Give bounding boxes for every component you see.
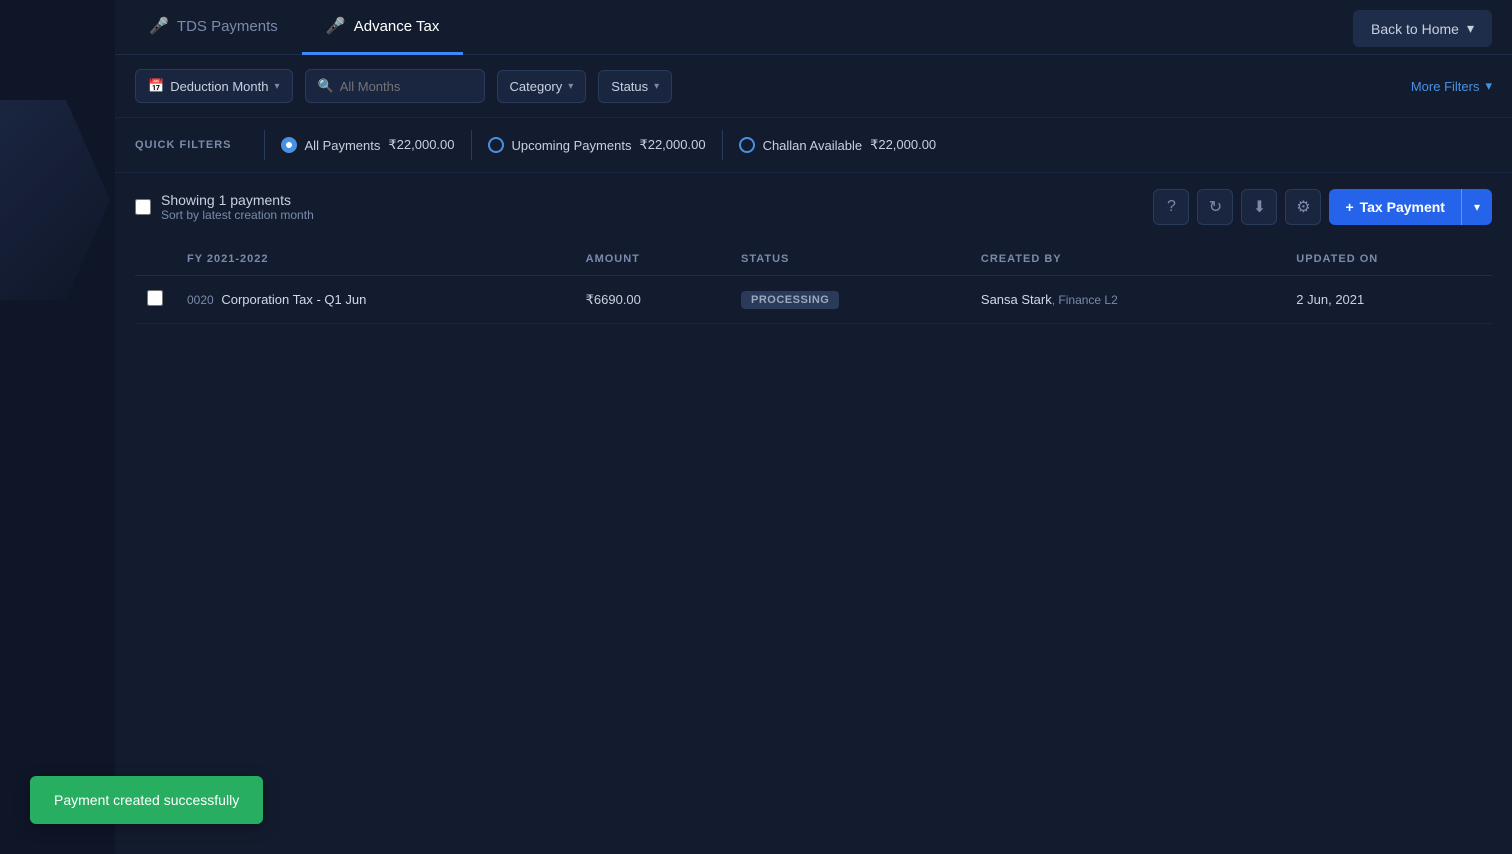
toolbar-right: ? ↻ ⬇ ⚙ + Tax Payment [1153, 189, 1492, 225]
qf-upcoming-payments-radio [488, 137, 504, 153]
qf-upcoming-payments[interactable]: Upcoming Payments ₹22,000.00 [488, 137, 706, 153]
chevron-down-icon: ▾ [1474, 200, 1480, 214]
row-name: Corporation Tax - Q1 Jun [221, 292, 366, 307]
settings-button[interactable]: ⚙ [1285, 189, 1321, 225]
created-by-role: , Finance L2 [1052, 293, 1118, 307]
qf-challan-radio [739, 137, 755, 153]
table-header-row: Showing 1 payments Sort by latest creati… [135, 173, 1492, 233]
months-search-wrap: 🔍 [305, 69, 485, 103]
row-status: PROCESSING [729, 276, 969, 324]
tax-payment-btn-caret[interactable]: ▾ [1462, 189, 1492, 225]
tab-advance-tax[interactable]: 🎤 Advance Tax [302, 0, 464, 55]
deduction-month-label: Deduction Month [170, 79, 268, 94]
category-label: Category [510, 79, 563, 94]
months-search-input[interactable] [340, 79, 460, 94]
chevron-down-icon: ▾ [1467, 20, 1474, 37]
download-button[interactable]: ⬇ [1241, 189, 1277, 225]
bg-shape-left [0, 100, 110, 300]
advance-tax-tab-icon: 🎤 [326, 16, 346, 36]
th-fy: FY 2021-2022 [175, 243, 574, 276]
tax-payment-btn-main: + Tax Payment [1329, 189, 1461, 225]
th-amount: AMOUNT [574, 243, 729, 276]
chevron-down-icon: ▾ [568, 81, 573, 92]
tds-tab-icon: 🎤 [149, 16, 169, 36]
th-status: STATUS [729, 243, 969, 276]
back-to-home-label: Back to Home [1371, 21, 1459, 37]
qf-all-payments[interactable]: All Payments ₹22,000.00 [281, 137, 455, 153]
deduction-month-filter[interactable]: 📅 Deduction Month ▾ [135, 69, 293, 103]
qf-upcoming-payments-amount: ₹22,000.00 [639, 137, 705, 153]
chevron-down-icon: ▾ [1485, 78, 1492, 94]
sort-label: Sort by latest creation month [161, 208, 314, 222]
row-num: 0020 [187, 293, 214, 307]
add-tax-payment-button[interactable]: + Tax Payment ▾ [1329, 189, 1492, 225]
status-label: Status [611, 79, 648, 94]
more-filters-button[interactable]: More Filters ▾ [1411, 78, 1492, 94]
created-by-name: Sansa Stark [981, 292, 1052, 307]
payments-table: FY 2021-2022 AMOUNT STATUS CREATED BY UP… [135, 243, 1492, 324]
qf-challan-available[interactable]: Challan Available ₹22,000.00 [739, 137, 937, 153]
table-area: Showing 1 payments Sort by latest creati… [115, 173, 1512, 344]
tab-tds[interactable]: 🎤 TDS Payments [125, 0, 302, 55]
search-icon: 🔍 [318, 78, 334, 94]
tab-advance-tax-label: Advance Tax [354, 18, 440, 35]
separator [471, 130, 472, 160]
separator [264, 130, 265, 160]
chevron-down-icon: ▾ [654, 81, 659, 92]
quick-filters-label: QUICK FILTERS [135, 139, 232, 151]
table-header: FY 2021-2022 AMOUNT STATUS CREATED BY UP… [135, 243, 1492, 276]
quick-filters-bar: QUICK FILTERS All Payments ₹22,000.00 Up… [115, 118, 1512, 173]
th-created-by: CREATED BY [969, 243, 1284, 276]
select-all-checkbox[interactable] [135, 199, 151, 215]
row-checkbox-cell [135, 276, 175, 324]
filter-bar: 📅 Deduction Month ▾ 🔍 Category ▾ Status … [115, 55, 1512, 118]
th-updated-on: UPDATED ON [1284, 243, 1492, 276]
qf-upcoming-payments-label: Upcoming Payments [512, 138, 632, 153]
success-toast: Payment created successfully [30, 776, 263, 824]
row-checkbox[interactable] [147, 290, 163, 306]
qf-challan-label: Challan Available [763, 138, 863, 153]
qf-all-payments-label: All Payments [305, 138, 381, 153]
row-updated-on: 2 Jun, 2021 [1284, 276, 1492, 324]
status-badge: PROCESSING [741, 291, 839, 309]
toast-message: Payment created successfully [54, 792, 239, 808]
showing-label: Showing 1 payments [161, 192, 314, 208]
status-filter[interactable]: Status ▾ [598, 70, 672, 103]
more-filters-label: More Filters [1411, 79, 1480, 94]
calendar-icon: 📅 [148, 78, 164, 94]
help-button[interactable]: ? [1153, 189, 1189, 225]
plus-icon: + [1345, 199, 1353, 215]
refresh-button[interactable]: ↻ [1197, 189, 1233, 225]
qf-all-payments-amount: ₹22,000.00 [388, 137, 454, 153]
refresh-icon: ↻ [1209, 197, 1222, 217]
row-fy: 0020 Corporation Tax - Q1 Jun [175, 276, 574, 324]
gear-icon: ⚙ [1296, 197, 1310, 217]
qf-all-payments-radio [281, 137, 297, 153]
row-created-by: Sansa Stark, Finance L2 [969, 276, 1284, 324]
row-amount: ₹6690.00 [574, 276, 729, 324]
separator [722, 130, 723, 160]
download-icon: ⬇ [1253, 197, 1266, 217]
top-nav: Back to Home ▾ [1333, 0, 1512, 57]
tabs-bar: 🎤 TDS Payments 🎤 Advance Tax [115, 0, 1512, 55]
table-row: 0020 Corporation Tax - Q1 Jun ₹6690.00 P… [135, 276, 1492, 324]
tax-payment-btn-label: Tax Payment [1360, 199, 1445, 215]
qf-challan-amount: ₹22,000.00 [870, 137, 936, 153]
category-filter[interactable]: Category ▾ [497, 70, 587, 103]
tab-tds-label: TDS Payments [177, 18, 278, 35]
help-icon: ? [1167, 198, 1176, 216]
back-to-home-button[interactable]: Back to Home ▾ [1353, 10, 1492, 47]
th-checkbox [135, 243, 175, 276]
main-container: 🎤 TDS Payments 🎤 Advance Tax 📅 Deduction… [115, 0, 1512, 854]
chevron-down-icon: ▾ [274, 81, 279, 92]
